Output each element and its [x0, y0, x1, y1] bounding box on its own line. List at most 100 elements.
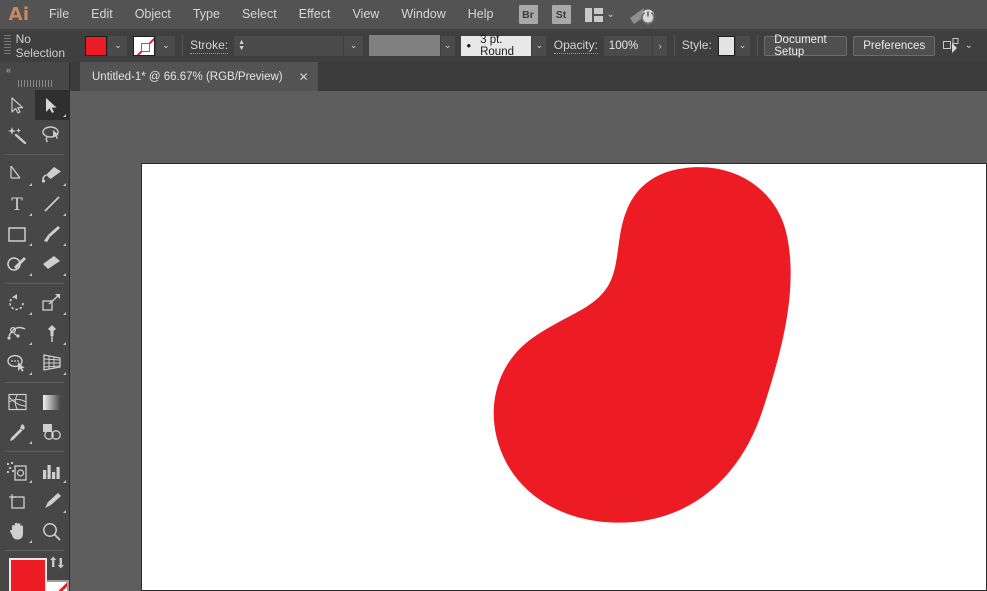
fill-stroke-controls	[0, 555, 69, 591]
lasso-tool[interactable]	[35, 120, 70, 150]
graphic-style-chevron-icon[interactable]: ⌄	[736, 36, 750, 56]
fill-control-group: ⌄	[85, 36, 127, 56]
perspective-grid-tool[interactable]	[35, 348, 70, 378]
red-blob-shape[interactable]	[494, 167, 791, 523]
rotate-tool[interactable]	[0, 288, 35, 318]
menu-item-edit[interactable]: Edit	[80, 0, 124, 29]
free-transform-tool[interactable]	[35, 318, 70, 348]
canvas-area[interactable]	[70, 91, 987, 591]
tools-divider	[5, 283, 64, 284]
brush-bullet-icon: •	[467, 38, 472, 53]
shape-builder-tool[interactable]	[0, 348, 35, 378]
stroke-weight-chevron-icon[interactable]: ⌄	[344, 36, 363, 56]
tools-panel: «	[0, 62, 70, 591]
eyedropper-tool[interactable]	[0, 417, 35, 447]
zoom-tool[interactable]	[35, 516, 70, 546]
width-tool[interactable]	[0, 318, 35, 348]
document-setup-button[interactable]: Document Setup	[764, 36, 847, 56]
brush-definition-field[interactable]: • 3 pt. Round	[461, 36, 532, 56]
menu-bar-right-group: Br St ⌄	[519, 5, 659, 25]
stock-chip[interactable]: St	[552, 5, 571, 24]
control-bar-divider	[182, 35, 183, 56]
menu-item-view[interactable]: View	[341, 0, 390, 29]
stroke-weight-label[interactable]: Stroke:	[190, 38, 228, 54]
artboard-tool[interactable]	[0, 486, 35, 516]
mesh-tool[interactable]	[0, 387, 35, 417]
document-tab-bar: Untitled-1* @ 66.67% (RGB/Preview) ✕	[70, 62, 987, 91]
preferences-button[interactable]: Preferences	[853, 36, 935, 56]
swap-fill-stroke-icon[interactable]	[49, 556, 64, 574]
tool-row	[0, 387, 69, 417]
stroke-swatch[interactable]	[133, 36, 155, 56]
brush-definition-label: 3 pt. Round	[480, 34, 525, 58]
gradient-tool[interactable]	[35, 387, 70, 417]
fill-swatch[interactable]	[85, 36, 107, 56]
menu-item-type[interactable]: Type	[182, 0, 231, 29]
symbol-sprayer-tool[interactable]	[0, 456, 35, 486]
stroke-weight-stepper[interactable]: ▲▼	[234, 36, 249, 56]
control-bar: No Selection ⌄ ⌄ Stroke: ▲▼ ⌄ ⌄ • 3 pt. …	[0, 29, 987, 62]
tools-panel-grip[interactable]	[0, 77, 69, 90]
menu-item-effect[interactable]: Effect	[288, 0, 342, 29]
menu-item-file[interactable]: File	[38, 0, 80, 29]
arrange-chevron-down-icon[interactable]: ⌄	[607, 9, 615, 20]
selection-tool[interactable]	[0, 90, 35, 120]
stroke-weight-input[interactable]	[249, 36, 343, 56]
stroke-dropdown-chevron-icon[interactable]: ⌄	[156, 36, 175, 56]
stock-search-icon[interactable]	[629, 5, 655, 25]
bridge-chip[interactable]: Br	[519, 5, 538, 24]
illustrator-logo: Ai	[0, 0, 38, 29]
artwork-layer	[142, 164, 987, 591]
artboard[interactable]	[141, 163, 987, 591]
align-objects-icon[interactable]	[943, 38, 961, 53]
fill-color-swatch[interactable]	[9, 558, 47, 591]
document-tab-title: Untitled-1* @ 66.67% (RGB/Preview)	[92, 71, 283, 83]
fill-dropdown-chevron-icon[interactable]: ⌄	[108, 36, 127, 56]
menu-item-select[interactable]: Select	[231, 0, 288, 29]
tool-row	[0, 456, 69, 486]
magic-wand-tool[interactable]	[0, 120, 35, 150]
opacity-more-icon[interactable]: ›	[653, 36, 667, 56]
paintbrush-tool[interactable]	[35, 219, 70, 249]
graphic-style-swatch[interactable]	[718, 36, 735, 56]
control-bar-grip[interactable]	[4, 35, 11, 56]
opacity-input[interactable]: 100%	[604, 36, 652, 56]
hand-tool[interactable]	[0, 516, 35, 546]
tool-row	[0, 159, 69, 189]
close-icon[interactable]: ✕	[299, 70, 309, 84]
scale-tool[interactable]	[35, 288, 70, 318]
document-tab[interactable]: Untitled-1* @ 66.67% (RGB/Preview) ✕	[80, 62, 318, 91]
stroke-weight-group: ▲▼ ⌄	[234, 36, 363, 56]
menu-item-help[interactable]: Help	[457, 0, 505, 29]
variable-width-profile-swatch[interactable]	[369, 35, 440, 56]
tool-row	[0, 288, 69, 318]
tool-row	[0, 516, 69, 546]
brush-definition-chevron-icon[interactable]: ⌄	[532, 36, 546, 56]
align-chevron-down-icon[interactable]: ⌄	[965, 40, 973, 51]
menu-item-object[interactable]: Object	[124, 0, 182, 29]
tool-row	[0, 219, 69, 249]
type-tool[interactable]: T	[0, 189, 35, 219]
tool-row	[0, 486, 69, 516]
collapse-panel-icon[interactable]: «	[0, 62, 69, 77]
pen-tool[interactable]	[0, 159, 35, 189]
arrange-documents-icon[interactable]	[585, 8, 603, 22]
variable-width-profile-chevron-icon[interactable]: ⌄	[441, 36, 455, 56]
menu-item-window[interactable]: Window	[390, 0, 456, 29]
control-bar-divider-3	[757, 35, 758, 56]
column-graph-tool[interactable]	[35, 456, 70, 486]
rectangle-tool[interactable]	[0, 219, 35, 249]
slice-tool[interactable]	[35, 486, 70, 516]
tools-divider	[5, 154, 64, 155]
shaper-tool[interactable]	[0, 249, 35, 279]
direct-selection-tool[interactable]	[35, 90, 70, 120]
curvature-tool[interactable]	[35, 159, 70, 189]
blend-tool[interactable]	[35, 417, 70, 447]
eraser-tool[interactable]	[35, 249, 70, 279]
selection-status-label: No Selection	[16, 32, 78, 60]
tools-divider	[5, 550, 64, 551]
line-segment-tool[interactable]	[35, 189, 70, 219]
opacity-label[interactable]: Opacity:	[554, 38, 598, 54]
tool-row	[0, 249, 69, 279]
tool-row: T	[0, 189, 69, 219]
